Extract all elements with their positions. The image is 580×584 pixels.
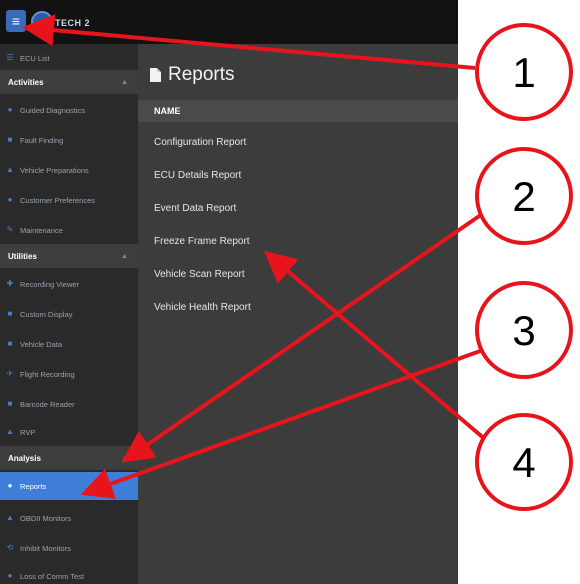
compass-icon: ● bbox=[7, 105, 13, 114]
sidebar-item-vehicle-preparations[interactable]: ▲ Vehicle Preparations bbox=[0, 156, 138, 184]
sidebar-item-label: Customer Preferences bbox=[20, 195, 96, 205]
sidebar-item-inhibit-monitors[interactable]: ⟲ Inhibit Monitors bbox=[0, 534, 138, 562]
sidebar-item-label: Recording Viewer bbox=[20, 279, 80, 289]
list-icon: ☰ bbox=[6, 53, 14, 62]
app-screen: ≡ TECH 2 ☰ ECU List Activities ▲ ● Guide… bbox=[0, 0, 458, 584]
display-icon: ■ bbox=[7, 309, 13, 318]
sidebar-item-custom-display[interactable]: ■ Custom Display bbox=[0, 300, 138, 328]
sidebar-item-flight-recording[interactable]: ✈ Flight Recording bbox=[0, 360, 138, 388]
callout-number-2: 2 bbox=[512, 173, 535, 220]
chevron-up-icon: ▲ bbox=[121, 78, 128, 86]
sidebar-item-guided-diagnostics[interactable]: ● Guided Diagnostics bbox=[0, 96, 138, 124]
sidebar-item-loss-of-comm-test[interactable]: ● Loss of Comm Test bbox=[0, 562, 138, 584]
callout-circle-4 bbox=[475, 413, 573, 511]
page-title: Reports bbox=[150, 64, 235, 86]
chevron-up-icon: ▲ bbox=[121, 252, 128, 260]
sidebar-item-label: Inhibit Monitors bbox=[20, 543, 71, 553]
sidebar-item-label: Maintenance bbox=[20, 225, 63, 235]
person-icon: ● bbox=[7, 195, 13, 204]
monitor-icon: ▲ bbox=[6, 513, 14, 522]
sidebar-item-label: ECU List bbox=[20, 53, 50, 63]
chevron-up-icon: ▲ bbox=[121, 454, 128, 462]
sidebar-item-maintenance[interactable]: ✎ Maintenance bbox=[0, 216, 138, 244]
test-icon: ● bbox=[7, 571, 13, 580]
sidebar-item-fault-finding[interactable]: ■ Fault Finding bbox=[0, 126, 138, 154]
sidebar-item-label: Flight Recording bbox=[20, 369, 75, 379]
data-icon: ■ bbox=[7, 339, 13, 348]
main-content: Reports NAME Configuration Report ECU De… bbox=[138, 44, 458, 584]
column-header-name[interactable]: NAME bbox=[138, 100, 458, 122]
sidebar-item-label: RVP bbox=[20, 427, 36, 437]
callout-circle-1 bbox=[475, 23, 573, 121]
sidebar-item-vehicle-data[interactable]: ■ Vehicle Data bbox=[0, 330, 138, 358]
sidebar-item-label: Vehicle Data bbox=[20, 339, 63, 349]
rvp-icon: ▲ bbox=[6, 427, 14, 436]
report-event-data[interactable]: Event Data Report bbox=[138, 192, 458, 224]
section-title: Activities bbox=[8, 77, 44, 87]
sidebar-item-label: Barcode Reader bbox=[20, 399, 75, 409]
top-bar: ≡ TECH 2 bbox=[0, 0, 458, 44]
report-vehicle-scan[interactable]: Vehicle Scan Report bbox=[138, 258, 458, 290]
section-analysis[interactable]: Analysis ▲ bbox=[0, 446, 138, 470]
section-title: Analysis bbox=[8, 453, 41, 463]
callout-circle-3 bbox=[475, 281, 573, 379]
car-icon: ▲ bbox=[6, 165, 14, 174]
plane-icon: ✈ bbox=[6, 369, 14, 378]
sidebar-item-label: Reports bbox=[20, 481, 47, 491]
sidebar-item-ecu-list[interactable]: ☰ ECU List bbox=[0, 44, 138, 72]
tool-icon: ✎ bbox=[6, 225, 14, 234]
brand-logo-icon bbox=[31, 11, 53, 33]
sidebar: ☰ ECU List Activities ▲ ● Guided Diagnos… bbox=[0, 44, 138, 584]
sidebar-item-customer-preferences[interactable]: ● Customer Preferences bbox=[0, 186, 138, 214]
brand-text: TECH 2 bbox=[55, 18, 91, 28]
callout-circle-2 bbox=[475, 147, 573, 245]
sidebar-item-recording-viewer[interactable]: ✚ Recording Viewer bbox=[0, 270, 138, 298]
sidebar-item-rvp[interactable]: ▲ RVP bbox=[0, 418, 138, 446]
section-title: Utilities bbox=[8, 251, 37, 261]
page-title-text: Reports bbox=[168, 64, 235, 85]
section-utilities[interactable]: Utilities ▲ bbox=[0, 244, 138, 268]
sidebar-item-label: Fault Finding bbox=[20, 135, 64, 145]
wrench-icon: ■ bbox=[7, 135, 13, 144]
callout-number-4: 4 bbox=[512, 439, 535, 486]
sidebar-item-label: Loss of Comm Test bbox=[20, 571, 85, 581]
callout-number-3: 3 bbox=[512, 307, 535, 354]
sidebar-item-obdii-monitors[interactable]: ▲ OBDII Monitors bbox=[0, 504, 138, 532]
callout-number-1: 1 bbox=[512, 49, 535, 96]
document-icon: ● bbox=[7, 481, 13, 490]
report-vehicle-health[interactable]: Vehicle Health Report bbox=[138, 291, 458, 323]
sidebar-item-label: Vehicle Preparations bbox=[20, 165, 89, 175]
play-icon: ✚ bbox=[6, 279, 14, 288]
report-ecu-details[interactable]: ECU Details Report bbox=[138, 159, 458, 191]
hamburger-icon[interactable]: ≡ bbox=[6, 10, 26, 32]
sidebar-item-barcode-reader[interactable]: ■ Barcode Reader bbox=[0, 390, 138, 418]
report-configuration[interactable]: Configuration Report bbox=[138, 126, 458, 158]
sidebar-item-reports[interactable]: ● Reports bbox=[0, 472, 138, 500]
report-freeze-frame[interactable]: Freeze Frame Report bbox=[138, 225, 458, 257]
section-activities[interactable]: Activities ▲ bbox=[0, 70, 138, 94]
sidebar-item-label: Custom Display bbox=[20, 309, 73, 319]
inhibit-icon: ⟲ bbox=[6, 543, 14, 552]
document-icon bbox=[150, 68, 161, 82]
barcode-icon: ■ bbox=[7, 399, 13, 408]
sidebar-item-label: Guided Diagnostics bbox=[20, 105, 86, 115]
sidebar-item-label: OBDII Monitors bbox=[20, 513, 72, 523]
